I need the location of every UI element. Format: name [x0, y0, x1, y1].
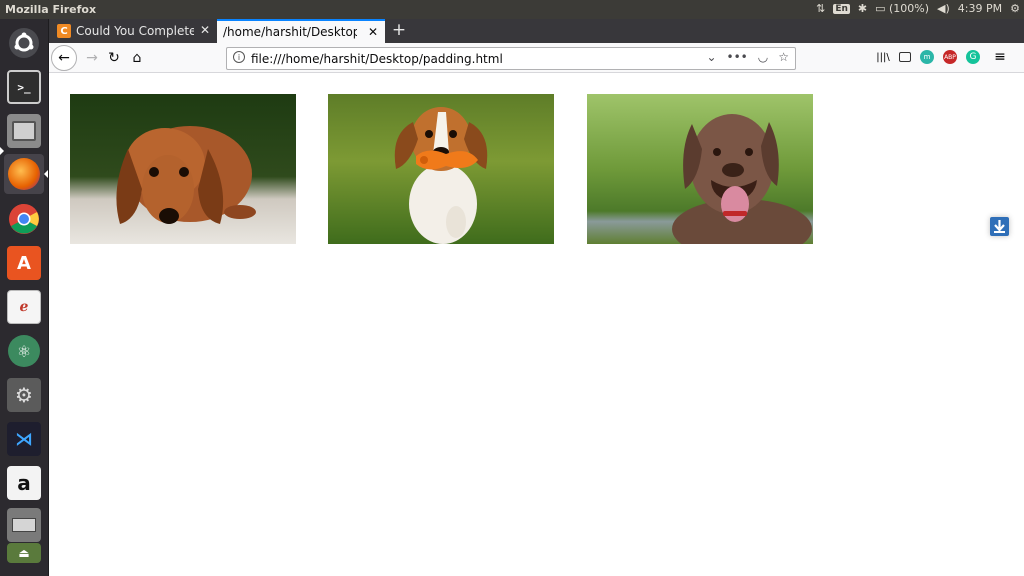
pocket-icon[interactable]: ◡ — [758, 50, 768, 64]
vscode-icon: ⋊ — [7, 422, 41, 456]
amazon-icon: a — [7, 466, 41, 500]
close-tab-icon[interactable]: ✕ — [200, 23, 210, 37]
new-tab-plus-icon[interactable]: + — [389, 20, 409, 40]
chevron-down-icon[interactable]: ⌄ — [706, 50, 716, 64]
document-icon: ℯ — [7, 290, 41, 324]
image-dachshund — [70, 94, 296, 244]
home-button[interactable]: ⌂ — [126, 47, 148, 69]
terminal-launcher[interactable]: >_ — [4, 67, 44, 107]
unity-launcher: >_ A ℯ ⚛ ⚙ ⋊ a ⏏ — [0, 19, 49, 576]
tab-could-you-complete[interactable]: C Could You Complete Bo ✕ — [51, 19, 217, 43]
url-bar[interactable]: i file:///home/harshit/Desktop/padding.h… — [226, 47, 796, 70]
atom-launcher[interactable]: ⚛ — [4, 331, 44, 371]
window-title: Mozilla Firefox — [5, 3, 97, 16]
network-icon[interactable]: ⇅ — [816, 2, 825, 15]
close-tab-icon[interactable]: ✕ — [368, 25, 378, 39]
battery-icon: ▭ — [875, 2, 886, 15]
ubuntu-dash-button[interactable] — [4, 23, 44, 63]
software-center-launcher[interactable]: A — [4, 243, 44, 283]
vscode-launcher[interactable]: ⋊ — [4, 419, 44, 459]
url-text[interactable]: file:///home/harshit/Desktop/padding.htm… — [251, 52, 503, 66]
system-top-bar: Mozilla Firefox ⇅ En ✱ ▭ (100%) ◀) 4:39 … — [0, 0, 1024, 19]
wrench-gear-icon: ⚙ — [7, 378, 41, 412]
active-indicator — [0, 147, 4, 155]
library-icon[interactable]: |||\ — [876, 50, 890, 64]
arrow-left-icon: ← — [58, 50, 70, 66]
shopping-bag-icon: A — [7, 246, 41, 280]
image-beagle — [328, 94, 554, 244]
site-info-icon[interactable]: i — [233, 51, 245, 63]
forward-button[interactable]: → — [81, 47, 103, 69]
firefox-launcher[interactable] — [4, 154, 44, 194]
tab-title: Could You Complete Bo — [76, 24, 194, 38]
focused-indicator — [44, 170, 48, 178]
tab-title: /home/harshit/Desktop/ro — [223, 25, 357, 39]
back-button[interactable]: ← — [51, 45, 77, 71]
settings-gear-icon[interactable]: ⚙ — [1010, 2, 1020, 15]
chrome-launcher[interactable] — [4, 199, 44, 239]
page-content — [49, 74, 1024, 576]
reload-button[interactable]: ↻ — [103, 47, 125, 69]
bluetooth-icon[interactable]: ✱ — [858, 2, 867, 15]
document-viewer-launcher[interactable]: ℯ — [4, 287, 44, 327]
ubuntu-logo-icon — [14, 32, 34, 52]
keyboard-layout[interactable]: En — [833, 3, 850, 14]
firefox-icon — [8, 158, 40, 190]
menu-hamburger-icon[interactable]: ≡ — [993, 49, 1007, 65]
battery-percent: (100%) — [889, 2, 930, 15]
clock[interactable]: 4:39 PM — [958, 2, 1002, 15]
page-actions-ellipsis-icon[interactable]: ••• — [727, 50, 748, 64]
terminal-icon: >_ — [7, 70, 41, 104]
home-icon: ⌂ — [132, 50, 142, 66]
amazon-launcher[interactable]: a — [4, 463, 44, 503]
sidebar-icon[interactable] — [899, 52, 911, 62]
volume-icon[interactable]: ◀) — [937, 2, 950, 15]
image-labrador — [587, 94, 813, 244]
atom-icon: ⚛ — [8, 335, 40, 367]
drive-icon: ⏏ — [7, 543, 41, 563]
bookmark-star-icon[interactable]: ☆ — [778, 50, 789, 64]
extension-m-icon[interactable]: m — [920, 50, 934, 64]
download-arrow-icon[interactable] — [990, 217, 1009, 236]
favicon-c-icon: C — [57, 24, 71, 38]
battery-indicator[interactable]: ▭ (100%) — [875, 2, 929, 15]
file-cabinet-icon — [7, 114, 41, 148]
files-launcher[interactable] — [4, 111, 44, 151]
navigation-toolbar: ← → ↻ ⌂ i file:///home/harshit/Desktop/p… — [49, 43, 1024, 73]
arrow-right-icon: → — [86, 50, 98, 66]
drive-launcher[interactable]: ⏏ — [4, 533, 44, 573]
tab-strip: C Could You Complete Bo ✕ /home/harshit/… — [49, 19, 1024, 43]
adblock-icon[interactable]: ABP — [943, 50, 957, 64]
tab-active-local-file[interactable]: /home/harshit/Desktop/ro ✕ — [217, 19, 385, 43]
grammarly-icon[interactable]: G — [966, 50, 980, 64]
system-settings-launcher[interactable]: ⚙ — [4, 375, 44, 415]
reload-icon: ↻ — [108, 50, 120, 66]
chrome-icon — [9, 204, 39, 234]
